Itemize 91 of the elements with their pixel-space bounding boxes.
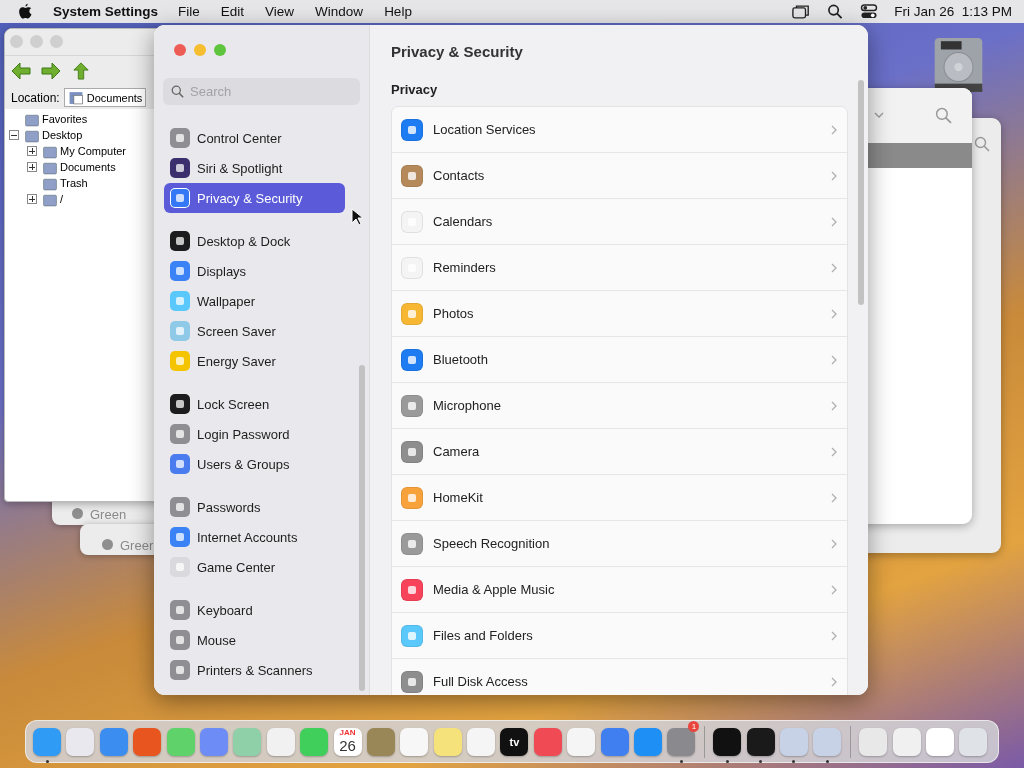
menu-item[interactable]: File <box>178 4 200 19</box>
tree-item[interactable]: Favorites <box>42 113 88 125</box>
location-label: Location: <box>11 90 60 105</box>
sidebar-item[interactable]: Desktop & Dock <box>164 226 345 256</box>
folder-icon <box>67 90 84 105</box>
apple-logo-icon[interactable] <box>18 3 33 20</box>
sidebar-item[interactable]: Siri & Spotlight <box>164 153 345 183</box>
settings-row[interactable]: Contacts <box>392 153 847 199</box>
up-arrow-icon[interactable] <box>71 62 91 80</box>
back-arrow-icon[interactable] <box>11 62 31 80</box>
tree-item[interactable]: / <box>60 193 64 205</box>
app-icon[interactable]: tv <box>500 727 529 756</box>
location-field[interactable]: Documents <box>63 88 147 107</box>
app-icon[interactable] <box>713 727 742 756</box>
notification-badge: 1 <box>688 721 700 732</box>
menu-bar-clock[interactable]: Fri Jan 26 1:13 PM <box>894 4 1012 19</box>
menu-item[interactable]: Help <box>384 4 412 19</box>
chevron-right-icon <box>831 492 837 503</box>
sidebar-item[interactable]: Printers & Scanners <box>164 655 345 685</box>
forward-arrow-icon[interactable] <box>41 62 61 80</box>
settings-row[interactable]: Camera <box>392 429 847 475</box>
calendar-app-icon[interactable]: JAN 26 <box>333 727 362 756</box>
tree-item[interactable]: My Computer <box>60 145 127 157</box>
settings-row[interactable]: Speech Recognition <box>392 521 847 567</box>
expander-box[interactable] <box>27 162 37 172</box>
chevron-right-icon <box>831 354 837 365</box>
sidebar-item[interactable]: Keyboard <box>164 595 345 625</box>
sidebar-item[interactable]: Screen Saver <box>164 316 345 346</box>
chevron-right-icon <box>831 538 837 549</box>
sidebar-item[interactable]: Displays <box>164 256 345 286</box>
chevron-right-icon <box>831 308 837 319</box>
chevron-right-icon <box>831 124 837 135</box>
menu-item[interactable]: Edit <box>220 4 245 19</box>
settings-row[interactable]: Location Services <box>392 107 847 153</box>
sidebar-item[interactable]: Privacy & Security <box>164 183 345 213</box>
sidebar-item[interactable]: Mouse <box>164 625 345 655</box>
tag-label: Green <box>90 507 127 522</box>
sidebar-item[interactable]: Energy Saver <box>164 346 345 376</box>
minimize-button[interactable] <box>194 44 206 56</box>
page-title: Privacy & Security <box>391 43 524 60</box>
chevron-right-icon <box>831 446 837 457</box>
search-field[interactable]: Search <box>163 78 360 105</box>
sidebar-item[interactable]: Passwords <box>164 492 345 522</box>
sidebar-item[interactable]: Game Center <box>164 552 345 582</box>
expander-box[interactable] <box>27 146 37 156</box>
zoom-button[interactable] <box>214 44 226 56</box>
tag-label: Greer <box>120 538 154 553</box>
sidebar-item[interactable]: Internet Accounts <box>164 522 345 552</box>
settings-row[interactable]: HomeKit <box>392 475 847 521</box>
scroll-bar[interactable] <box>359 365 365 691</box>
sidebar-item[interactable]: Control Center <box>164 123 345 153</box>
sidebar-item[interactable]: Users & Groups <box>164 449 345 479</box>
search-icon <box>171 85 184 98</box>
scroll-bar[interactable] <box>858 80 864 305</box>
window-stack-icon[interactable] <box>792 4 811 19</box>
settings-row[interactable]: Photos <box>392 291 847 337</box>
chevron-right-icon <box>831 170 837 181</box>
chevron-down-icon[interactable] <box>874 112 884 118</box>
sidebar-item[interactable]: Lock Screen <box>164 389 345 419</box>
tree-item[interactable]: Desktop <box>42 129 83 141</box>
settings-row[interactable]: Media & Apple Music <box>392 567 847 613</box>
settings-row[interactable]: Files and Folders <box>392 613 847 659</box>
menu-item[interactable]: Window <box>315 4 364 19</box>
expander-box[interactable] <box>27 194 37 204</box>
toggle-switches-icon[interactable] <box>860 4 879 19</box>
close-button[interactable] <box>174 44 186 56</box>
menu-item[interactable]: View <box>265 4 295 19</box>
chevron-right-icon <box>831 676 837 687</box>
chevron-right-icon <box>831 400 837 411</box>
settings-row[interactable]: Bluetooth <box>392 337 847 383</box>
settings-row[interactable]: Full Disk Access <box>392 659 847 695</box>
settings-row[interactable]: Microphone <box>392 383 847 429</box>
search-icon[interactable] <box>826 4 845 19</box>
expander-box[interactable] <box>9 130 19 140</box>
sidebar-item[interactable]: Login Password <box>164 419 345 449</box>
mouse-pointer-icon <box>351 208 363 226</box>
settings-row[interactable]: Reminders <box>392 245 847 291</box>
chevron-right-icon <box>831 216 837 227</box>
app-icon[interactable] <box>746 727 775 756</box>
window-button[interactable] <box>30 35 43 48</box>
settings-row[interactable]: Calendars <box>392 199 847 245</box>
chevron-right-icon <box>831 584 837 595</box>
section-heading: Privacy <box>391 82 439 97</box>
window-button[interactable] <box>50 35 63 48</box>
sidebar-item[interactable]: Wallpaper <box>164 286 345 316</box>
app-menu[interactable]: System Settings <box>53 4 159 19</box>
chevron-right-icon <box>831 262 837 273</box>
chevron-right-icon <box>831 630 837 641</box>
window-button[interactable] <box>10 35 23 48</box>
tree-item[interactable]: Documents <box>60 161 116 173</box>
tree-item[interactable]: Trash <box>60 177 88 189</box>
